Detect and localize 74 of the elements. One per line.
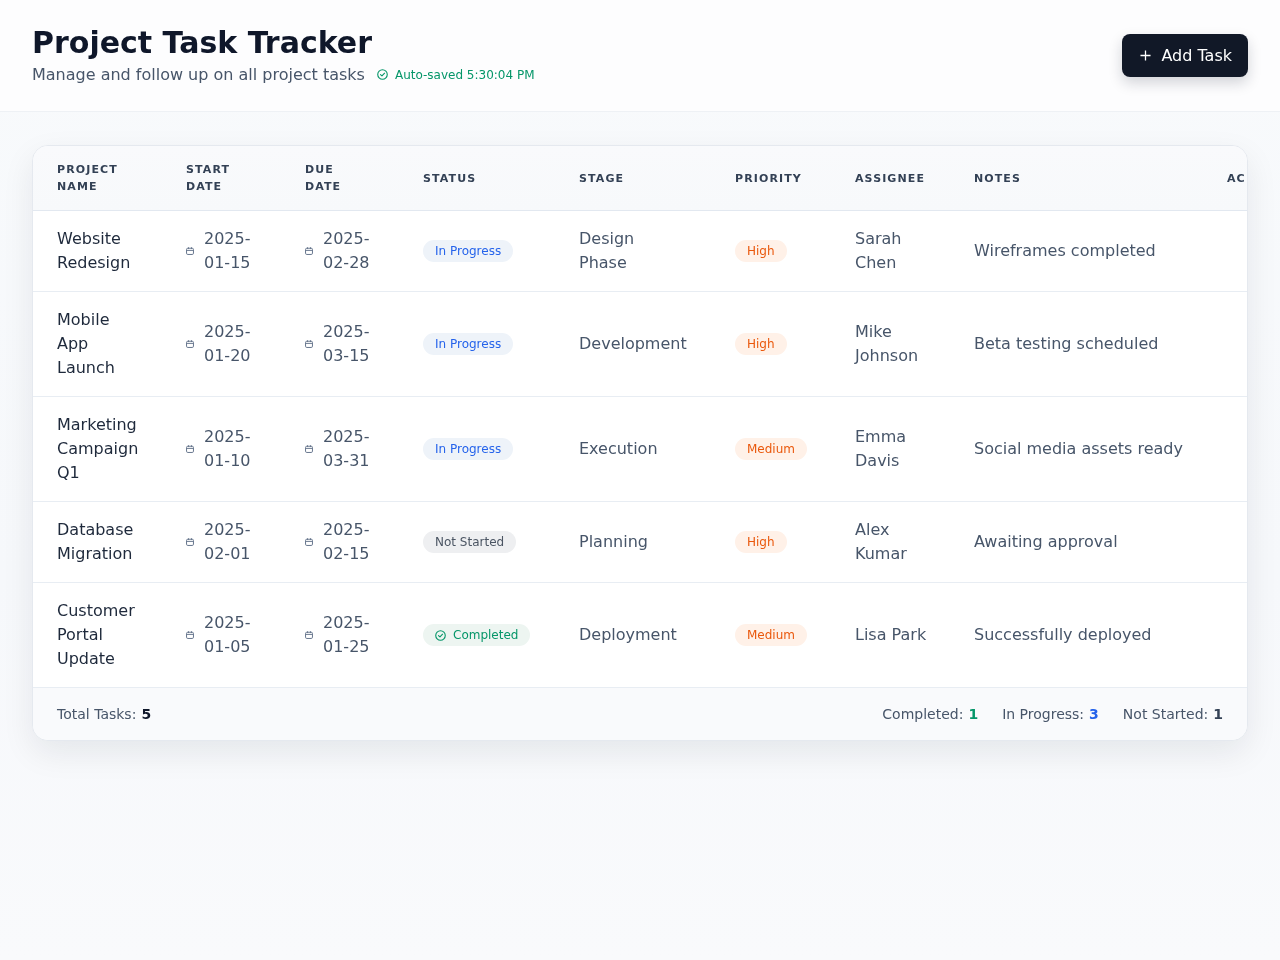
column-header: PRIORITY xyxy=(735,170,802,187)
project-name: Website Redesign xyxy=(57,228,132,274)
notes-text: Beta testing scheduled xyxy=(974,333,1159,355)
stat-value: 3 xyxy=(1089,705,1099,724)
page-title: Project Task Tracker xyxy=(32,24,372,61)
column-header: AC xyxy=(1227,170,1246,187)
priority-badge: High xyxy=(735,240,787,262)
calendar-icon xyxy=(305,340,313,348)
status-label: Completed xyxy=(453,628,519,642)
due-date: 2025-02-15 xyxy=(323,519,371,565)
total-label: Total Tasks: xyxy=(57,705,137,724)
assignee-name: Lisa Park xyxy=(855,624,927,646)
column-header: START DATE xyxy=(186,162,232,195)
start-date: 2025-01-10 xyxy=(204,426,252,472)
priority-badge: Medium xyxy=(735,438,807,460)
stage-label: Development xyxy=(579,333,687,355)
column-header: STATUS xyxy=(423,170,477,187)
stage-label: Planning xyxy=(579,531,648,553)
calendar-icon xyxy=(305,247,313,255)
column-header: PROJECT NAME xyxy=(57,162,119,195)
stage-label: Deployment xyxy=(579,624,677,646)
notes-text: Awaiting approval xyxy=(974,531,1118,553)
due-date: 2025-02-28 xyxy=(323,228,371,274)
priority-badge: High xyxy=(735,531,787,553)
plus-icon xyxy=(1140,49,1152,61)
status-label: Not Started xyxy=(435,535,505,549)
column-header: ASSIGNEE xyxy=(855,170,926,187)
notes-text: Social media assets ready xyxy=(974,438,1183,460)
start-date: 2025-02-01 xyxy=(204,519,252,565)
status-label: In Progress xyxy=(435,337,502,351)
calendar-icon xyxy=(186,247,194,255)
start-date: 2025-01-05 xyxy=(204,612,252,658)
project-name: Mobile App Launch xyxy=(57,309,116,379)
assignee-name: Sarah Chen xyxy=(855,228,903,274)
calendar-icon xyxy=(186,340,194,348)
start-date: 2025-01-15 xyxy=(204,228,252,274)
notes-text: Wireframes completed xyxy=(974,240,1156,262)
due-date: 2025-01-25 xyxy=(323,612,371,658)
column-header: STAGE xyxy=(579,170,625,187)
project-name: Marketing Campaign Q1 xyxy=(57,414,139,484)
calendar-icon xyxy=(305,538,313,546)
column-header: DUE DATE xyxy=(305,162,343,195)
notes-text: Successfully deployed xyxy=(974,624,1152,646)
assignee-name: Emma Davis xyxy=(855,426,908,472)
calendar-icon xyxy=(305,445,313,453)
stage-label: Execution xyxy=(579,438,658,460)
stage-label: Design Phase xyxy=(579,228,636,274)
stat-label: Completed: xyxy=(882,705,964,724)
page-subtitle: Manage and follow up on all project tasks xyxy=(32,63,365,86)
calendar-icon xyxy=(186,538,194,546)
status-label: In Progress xyxy=(435,442,502,456)
project-name: Customer Portal Update xyxy=(57,600,136,670)
calendar-icon xyxy=(186,445,194,453)
calendar-icon xyxy=(305,631,313,639)
calendar-icon xyxy=(186,631,194,639)
column-header: NOTES xyxy=(974,170,1021,187)
stat-value: 1 xyxy=(1213,705,1223,724)
project-name: Database Migration xyxy=(57,519,135,565)
check-circle-icon xyxy=(435,629,446,641)
status-label: In Progress xyxy=(435,244,502,258)
stat-value: 1 xyxy=(968,705,979,724)
stat-label: Not Started: xyxy=(1122,705,1209,724)
priority-badge: High xyxy=(735,333,787,355)
assignee-name: Mike Johnson xyxy=(855,321,920,367)
check-circle-icon xyxy=(376,69,388,80)
start-date: 2025-01-20 xyxy=(204,321,252,367)
due-date: 2025-03-31 xyxy=(323,426,371,472)
due-date: 2025-03-15 xyxy=(323,321,371,367)
total-value: 5 xyxy=(141,705,152,724)
priority-badge: Medium xyxy=(735,624,807,646)
add-task-button[interactable]: Add Task xyxy=(1122,33,1248,77)
assignee-name: Alex Kumar xyxy=(855,519,908,565)
stat-label: In Progress: xyxy=(1002,705,1085,724)
autosave-status: Auto-saved 5:30:04 PM xyxy=(394,67,535,82)
